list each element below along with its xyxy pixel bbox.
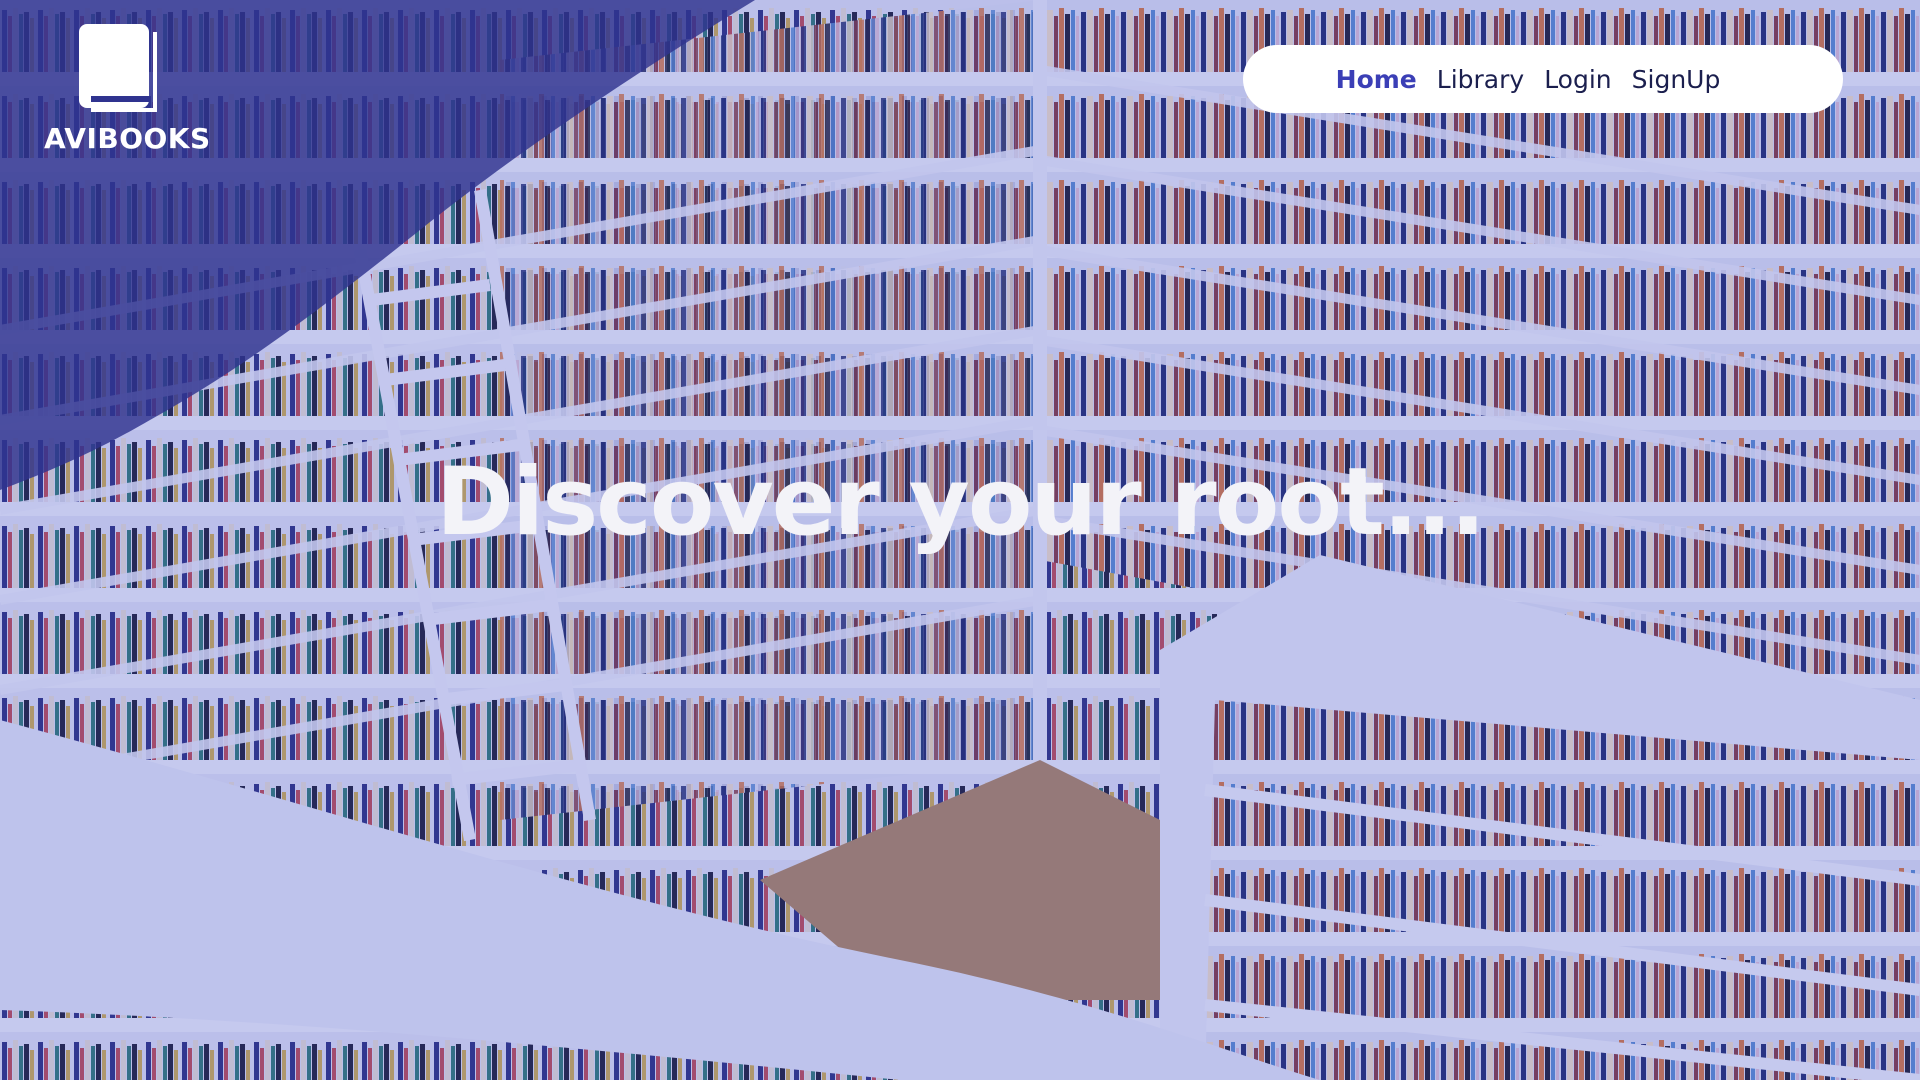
brand-name: AVIBOOKS <box>44 122 211 155</box>
nav-link-library[interactable]: Library <box>1437 65 1524 94</box>
brand-logo[interactable]: AVIBOOKS <box>44 22 211 155</box>
nav-link-home[interactable]: Home <box>1336 65 1417 94</box>
main-navigation: Home Library Login SignUp <box>1243 45 1843 113</box>
hero-headline: Discover your root... <box>435 448 1486 557</box>
nav-link-signup[interactable]: SignUp <box>1632 65 1721 94</box>
book-icon <box>79 24 157 112</box>
nav-link-login[interactable]: Login <box>1544 65 1611 94</box>
hero-section: AVIBOOKS Home Library Login SignUp Disco… <box>0 0 1920 1080</box>
